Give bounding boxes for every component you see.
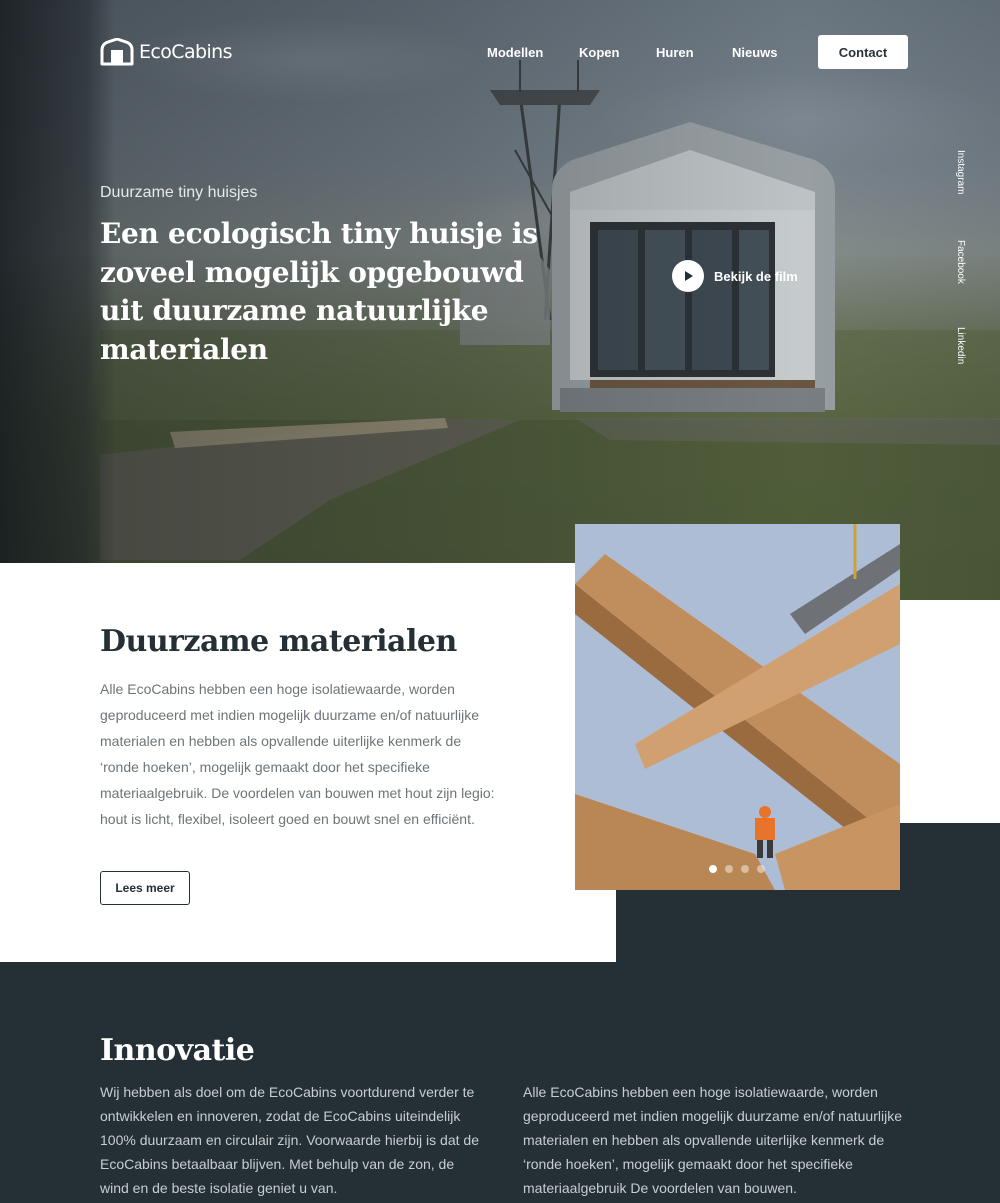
nav-item-huren[interactable]: Huren [656,45,694,60]
hero-kicker: Duurzame tiny huisjes [100,184,258,201]
timber-beams-photo [575,524,900,890]
read-more-button[interactable]: Lees meer [100,871,190,905]
nav-item-nieuws[interactable]: Nieuws [732,45,778,60]
innovation-text-left: Wij hebben als doel om de EcoCabins voor… [100,1084,479,1196]
nav-item-kopen[interactable]: Kopen [579,45,619,60]
watch-film-label: Bekijk de film [714,268,798,284]
play-icon [672,260,704,292]
materials-carousel-image[interactable] [575,524,900,890]
carousel-dot[interactable] [757,865,765,873]
carousel-dot[interactable] [725,865,733,873]
materials-title: Duurzame materialen [100,624,457,659]
house-logo-icon [100,38,134,66]
contact-button[interactable]: Contact [818,35,908,69]
hero-dark-edge [0,0,115,600]
social-link-facebook[interactable]: Facebook [955,240,966,284]
innovation-text-right: Alle EcoCabins hebben een hoge isolatiew… [523,1084,902,1196]
social-link-instagram[interactable]: Instagram [955,150,966,194]
brand-logo[interactable]: EcoCabins [100,38,232,66]
nav-item-modellen[interactable]: Modellen [487,45,543,60]
watch-film-button[interactable]: Bekijk de film [672,260,798,292]
carousel-dot[interactable] [709,865,717,873]
carousel-dot[interactable] [741,865,749,873]
brand-name: EcoCabins [139,41,232,63]
social-link-linkedin[interactable]: Linkedin [955,327,966,364]
materials-body: Alle EcoCabins hebben een hoge isolatiew… [100,681,495,827]
hero-title: Een ecologisch tiny huisje is zoveel mog… [100,217,538,366]
innovation-title: Innovatie [100,1033,255,1068]
materials-white-backdrop [900,600,1000,823]
carousel-dots [709,865,765,873]
